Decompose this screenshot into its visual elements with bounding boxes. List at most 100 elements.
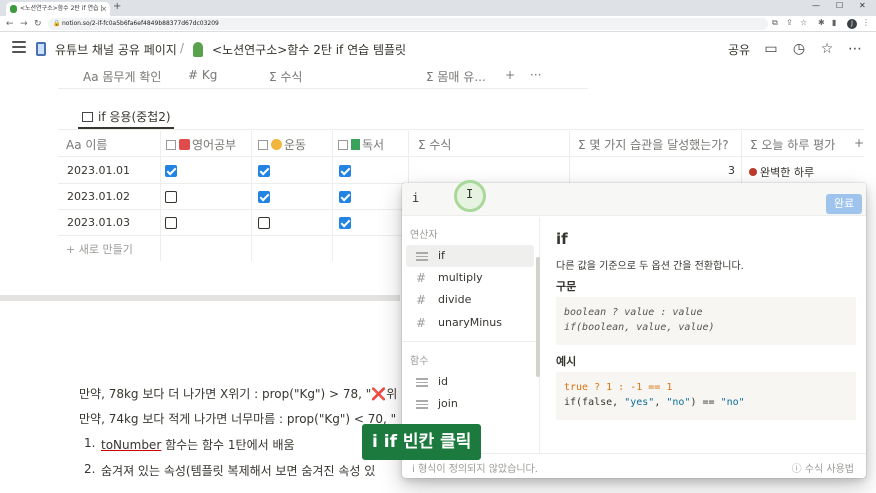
- checkbox-exercise-row2[interactable]: [258, 191, 270, 203]
- share-page-icon[interactable]: ⇪: [786, 18, 793, 27]
- sidebar-icon[interactable]: ▮: [832, 18, 836, 27]
- checkbox-english-row2[interactable]: [165, 191, 177, 203]
- view-tab-if-nested[interactable]: if 응용(중첩2): [82, 108, 171, 125]
- phone-page-icon: [36, 42, 46, 56]
- col-habit-count[interactable]: Σ 몇 가지 습관을 달성했는가?: [578, 136, 729, 153]
- breadcrumb-current[interactable]: <노션연구소>함수 2탄 if 연습 템플릿: [212, 41, 406, 58]
- col-separator: [160, 131, 161, 261]
- upper-col-kg[interactable]: # Kg: [188, 68, 217, 82]
- col-english[interactable]: 영어공부: [166, 136, 236, 153]
- list-number: 1.: [84, 436, 96, 450]
- history-clock-icon[interactable]: ◷: [791, 41, 807, 57]
- col-exercise[interactable]: 운동: [258, 136, 306, 153]
- table-view-icon: [82, 112, 93, 122]
- hamburger-menu-icon[interactable]: [12, 41, 26, 53]
- col-day-eval[interactable]: Σ 오늘 하루 평가: [750, 136, 835, 153]
- more-options-icon[interactable]: ⋯: [847, 41, 863, 57]
- forward-icon[interactable]: →: [20, 18, 28, 30]
- suggestion-list: 연산자 if # multiply # divide # unaryMinus 함수 …: [402, 217, 540, 453]
- checkbox-english-row3[interactable]: [165, 217, 177, 229]
- checkbox-exercise-row1[interactable]: [258, 165, 270, 177]
- reload-icon[interactable]: ↻: [34, 18, 42, 30]
- suggestion-multiply[interactable]: # multiply: [406, 267, 534, 289]
- abc-emoji-icon: [179, 139, 190, 150]
- body-line1-tail: 위: [386, 387, 398, 401]
- number-hash-icon: #: [416, 316, 427, 330]
- example-no-2: "no": [720, 397, 745, 408]
- checkbox-type-icon: [166, 140, 176, 150]
- checkbox-reading-row3[interactable]: [339, 217, 351, 229]
- list-section-divider: [402, 341, 540, 342]
- maximize-icon[interactable]: ☐: [836, 1, 843, 10]
- suggestion-if[interactable]: if: [406, 245, 534, 267]
- row-date-cell[interactable]: 2023.01.01: [67, 164, 130, 177]
- suggestion-join[interactable]: join: [406, 393, 534, 415]
- header-row-border: [58, 156, 864, 157]
- checkbox-type-icon: [338, 140, 348, 150]
- checkbox-english-row1[interactable]: [165, 165, 177, 177]
- number-hash-icon: #: [416, 293, 427, 307]
- screen-cast-icon[interactable]: ⧉: [772, 18, 778, 28]
- syntax-code-block: boolean ? value : value if(boolean, valu…: [556, 297, 856, 345]
- extension-icon[interactable]: ✱: [818, 18, 825, 27]
- favorite-star-icon[interactable]: ☆: [819, 41, 835, 57]
- add-column-button[interactable]: +: [854, 136, 864, 150]
- body-line-underweight: 만약, 74kg 보다 적게 나가면 너무마름 : prop("Kg") < 7…: [79, 412, 397, 426]
- address-bar-row: ← → ↻ 🔒 notion.so/2-if-fc0a5b6fa6ef4849b…: [0, 16, 876, 32]
- upper-more-button[interactable]: ···: [530, 68, 541, 82]
- list-scrollbar[interactable]: [536, 257, 540, 377]
- share-button[interactable]: 공유: [728, 41, 750, 58]
- checkbox-exercise-row3[interactable]: [258, 217, 270, 229]
- new-tab-button[interactable]: +: [113, 1, 121, 12]
- minimize-icon[interactable]: —: [812, 1, 820, 10]
- col-reading-label: 독서: [362, 138, 385, 152]
- comment-icon[interactable]: ▭: [763, 41, 779, 57]
- tab-close-icon[interactable]: ×: [101, 2, 107, 16]
- function-lines-icon: [416, 378, 428, 389]
- url-text: notion.so/2-if-fc0a5b6fa6ef4849b88377d67…: [62, 20, 219, 27]
- suggestion-label: id: [438, 375, 449, 388]
- formula-error-text: i 형식이 정의되지 않았습니다.: [412, 464, 538, 475]
- example-sep: ,: [654, 397, 667, 408]
- suggestion-unaryminus[interactable]: # unaryMinus: [406, 312, 534, 334]
- col-reading[interactable]: 독서: [338, 136, 384, 153]
- breadcrumb-parent[interactable]: 유튜브 채널 공유 페이지: [55, 41, 177, 58]
- bookmark-star-icon[interactable]: ☆: [800, 18, 807, 27]
- url-field[interactable]: 🔒 notion.so/2-if-fc0a5b6fa6ef4849b88377d…: [48, 18, 768, 30]
- list-item-tonumber-rest: 함수는 함수 1탄에서 배움: [161, 438, 295, 452]
- col-separator: [251, 131, 252, 261]
- row-date-cell[interactable]: 2023.01.02: [67, 190, 130, 203]
- col-english-label: 영어공부: [192, 138, 237, 152]
- done-button[interactable]: 완료: [826, 194, 862, 214]
- notion-topbar: 유튜브 채널 공유 페이지 / <노션연구소>함수 2탄 if 연습 템플릿 공…: [0, 34, 876, 66]
- upper-col-formula[interactable]: Σ 수식: [269, 68, 302, 85]
- col-separator: [332, 131, 333, 261]
- checkbox-reading-row1[interactable]: [339, 165, 351, 177]
- browser-tab[interactable]: <노션연구소>함수 2탄 if 연습 | ×: [6, 2, 110, 16]
- suggestion-label: unaryMinus: [438, 316, 502, 329]
- function-lines-icon: [416, 400, 428, 411]
- suggestion-id[interactable]: id: [406, 371, 534, 393]
- lock-icon: 🔒: [53, 20, 61, 27]
- muscle-emoji-icon: [271, 139, 282, 150]
- row-date-cell[interactable]: 2023.01.03: [67, 216, 130, 229]
- body-line-overweight: 만약, 78kg 보다 더 나가면 X위기 : prop("Kg") > 78,…: [79, 385, 397, 402]
- suggestion-divide[interactable]: # divide: [406, 289, 534, 311]
- body-line1-text: 만약, 78kg 보다 더 나가면 X위기 : prop("Kg") > 78,…: [79, 387, 372, 401]
- profile-avatar[interactable]: J: [847, 19, 857, 29]
- cactus-favicon-icon: [10, 5, 17, 13]
- new-row-button[interactable]: + 새로 만들기: [66, 241, 133, 257]
- upper-col-body-status[interactable]: Σ 몸매 유...: [426, 68, 486, 85]
- breadcrumb-separator: /: [180, 41, 185, 55]
- col-formula[interactable]: Σ 수식: [418, 136, 451, 153]
- formula-help-link[interactable]: ⓘ 수식 사용법: [792, 460, 854, 475]
- upper-col-weight-check[interactable]: Aa 몸무게 확인: [83, 68, 161, 85]
- example-heading: 예시: [556, 355, 577, 368]
- close-window-icon[interactable]: ✕: [859, 1, 866, 10]
- col-name[interactable]: Aa 이름: [66, 136, 107, 153]
- checkbox-reading-row2[interactable]: [339, 191, 351, 203]
- upper-add-column-button[interactable]: +: [505, 68, 515, 82]
- back-icon[interactable]: ←: [6, 18, 14, 30]
- suggestion-label: divide: [438, 293, 472, 306]
- browser-menu-icon[interactable]: ⋮: [862, 18, 870, 27]
